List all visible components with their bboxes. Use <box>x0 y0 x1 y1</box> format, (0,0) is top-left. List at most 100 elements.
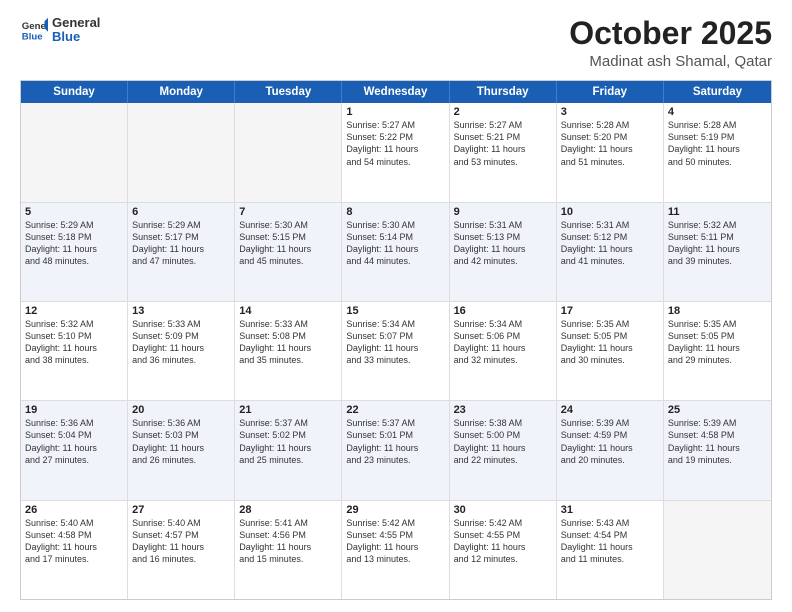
logo: General Blue General Blue <box>20 16 100 45</box>
day-cell-14: 14Sunrise: 5:33 AMSunset: 5:08 PMDayligh… <box>235 302 342 400</box>
day-cell-20: 20Sunrise: 5:36 AMSunset: 5:03 PMDayligh… <box>128 401 235 499</box>
day-number: 29 <box>346 504 444 516</box>
day-cell-13: 13Sunrise: 5:33 AMSunset: 5:09 PMDayligh… <box>128 302 235 400</box>
day-number: 19 <box>25 404 123 416</box>
day-cell-1: 1Sunrise: 5:27 AMSunset: 5:22 PMDaylight… <box>342 103 449 201</box>
cell-info: Sunrise: 5:40 AMSunset: 4:57 PMDaylight:… <box>132 517 230 566</box>
cell-info: Sunrise: 5:29 AMSunset: 5:18 PMDaylight:… <box>25 219 123 268</box>
cell-info: Sunrise: 5:39 AMSunset: 4:58 PMDaylight:… <box>668 417 767 466</box>
day-number: 2 <box>454 106 552 118</box>
cell-info: Sunrise: 5:43 AMSunset: 4:54 PMDaylight:… <box>561 517 659 566</box>
day-cell-27: 27Sunrise: 5:40 AMSunset: 4:57 PMDayligh… <box>128 501 235 599</box>
cell-info: Sunrise: 5:30 AMSunset: 5:14 PMDaylight:… <box>346 219 444 268</box>
day-cell-21: 21Sunrise: 5:37 AMSunset: 5:02 PMDayligh… <box>235 401 342 499</box>
cell-info: Sunrise: 5:35 AMSunset: 5:05 PMDaylight:… <box>561 318 659 367</box>
day-cell-25: 25Sunrise: 5:39 AMSunset: 4:58 PMDayligh… <box>664 401 771 499</box>
day-number: 27 <box>132 504 230 516</box>
cell-info: Sunrise: 5:31 AMSunset: 5:12 PMDaylight:… <box>561 219 659 268</box>
header: General Blue General Blue October 2025 M… <box>20 16 772 70</box>
day-number: 16 <box>454 305 552 317</box>
day-cell-31: 31Sunrise: 5:43 AMSunset: 4:54 PMDayligh… <box>557 501 664 599</box>
page: General Blue General Blue October 2025 M… <box>0 0 792 612</box>
day-number: 14 <box>239 305 337 317</box>
day-number: 21 <box>239 404 337 416</box>
day-number: 20 <box>132 404 230 416</box>
cell-info: Sunrise: 5:32 AMSunset: 5:10 PMDaylight:… <box>25 318 123 367</box>
day-number: 7 <box>239 206 337 218</box>
cell-info: Sunrise: 5:34 AMSunset: 5:06 PMDaylight:… <box>454 318 552 367</box>
day-header-tuesday: Tuesday <box>235 81 342 103</box>
calendar-header: SundayMondayTuesdayWednesdayThursdayFrid… <box>21 81 771 103</box>
svg-text:Blue: Blue <box>22 32 43 43</box>
day-cell-23: 23Sunrise: 5:38 AMSunset: 5:00 PMDayligh… <box>450 401 557 499</box>
cell-info: Sunrise: 5:36 AMSunset: 5:04 PMDaylight:… <box>25 417 123 466</box>
empty-cell <box>664 501 771 599</box>
cell-info: Sunrise: 5:42 AMSunset: 4:55 PMDaylight:… <box>454 517 552 566</box>
day-cell-11: 11Sunrise: 5:32 AMSunset: 5:11 PMDayligh… <box>664 203 771 301</box>
calendar: SundayMondayTuesdayWednesdayThursdayFrid… <box>20 80 772 600</box>
day-cell-2: 2Sunrise: 5:27 AMSunset: 5:21 PMDaylight… <box>450 103 557 201</box>
day-header-friday: Friday <box>557 81 664 103</box>
calendar-week-2: 5Sunrise: 5:29 AMSunset: 5:18 PMDaylight… <box>21 203 771 302</box>
day-number: 10 <box>561 206 659 218</box>
logo-blue: Blue <box>52 30 100 44</box>
day-cell-3: 3Sunrise: 5:28 AMSunset: 5:20 PMDaylight… <box>557 103 664 201</box>
day-cell-10: 10Sunrise: 5:31 AMSunset: 5:12 PMDayligh… <box>557 203 664 301</box>
day-cell-22: 22Sunrise: 5:37 AMSunset: 5:01 PMDayligh… <box>342 401 449 499</box>
cell-info: Sunrise: 5:40 AMSunset: 4:58 PMDaylight:… <box>25 517 123 566</box>
empty-cell <box>21 103 128 201</box>
day-number: 12 <box>25 305 123 317</box>
day-number: 24 <box>561 404 659 416</box>
day-number: 23 <box>454 404 552 416</box>
cell-info: Sunrise: 5:36 AMSunset: 5:03 PMDaylight:… <box>132 417 230 466</box>
cell-info: Sunrise: 5:35 AMSunset: 5:05 PMDaylight:… <box>668 318 767 367</box>
logo-icon: General Blue <box>20 16 48 44</box>
cell-info: Sunrise: 5:33 AMSunset: 5:08 PMDaylight:… <box>239 318 337 367</box>
day-cell-19: 19Sunrise: 5:36 AMSunset: 5:04 PMDayligh… <box>21 401 128 499</box>
cell-info: Sunrise: 5:42 AMSunset: 4:55 PMDaylight:… <box>346 517 444 566</box>
day-cell-9: 9Sunrise: 5:31 AMSunset: 5:13 PMDaylight… <box>450 203 557 301</box>
day-number: 5 <box>25 206 123 218</box>
calendar-week-5: 26Sunrise: 5:40 AMSunset: 4:58 PMDayligh… <box>21 501 771 599</box>
calendar-body: 1Sunrise: 5:27 AMSunset: 5:22 PMDaylight… <box>21 103 771 599</box>
day-cell-12: 12Sunrise: 5:32 AMSunset: 5:10 PMDayligh… <box>21 302 128 400</box>
title-block: October 2025 Madinat ash Shamal, Qatar <box>569 16 772 70</box>
cell-info: Sunrise: 5:39 AMSunset: 4:59 PMDaylight:… <box>561 417 659 466</box>
cell-info: Sunrise: 5:34 AMSunset: 5:07 PMDaylight:… <box>346 318 444 367</box>
cell-info: Sunrise: 5:29 AMSunset: 5:17 PMDaylight:… <box>132 219 230 268</box>
cell-info: Sunrise: 5:28 AMSunset: 5:20 PMDaylight:… <box>561 119 659 168</box>
cell-info: Sunrise: 5:27 AMSunset: 5:22 PMDaylight:… <box>346 119 444 168</box>
day-cell-16: 16Sunrise: 5:34 AMSunset: 5:06 PMDayligh… <box>450 302 557 400</box>
day-number: 15 <box>346 305 444 317</box>
day-cell-5: 5Sunrise: 5:29 AMSunset: 5:18 PMDaylight… <box>21 203 128 301</box>
cell-info: Sunrise: 5:37 AMSunset: 5:02 PMDaylight:… <box>239 417 337 466</box>
day-number: 31 <box>561 504 659 516</box>
day-header-saturday: Saturday <box>664 81 771 103</box>
day-cell-15: 15Sunrise: 5:34 AMSunset: 5:07 PMDayligh… <box>342 302 449 400</box>
day-number: 8 <box>346 206 444 218</box>
day-cell-29: 29Sunrise: 5:42 AMSunset: 4:55 PMDayligh… <box>342 501 449 599</box>
day-cell-8: 8Sunrise: 5:30 AMSunset: 5:14 PMDaylight… <box>342 203 449 301</box>
location: Madinat ash Shamal, Qatar <box>569 53 772 70</box>
day-number: 11 <box>668 206 767 218</box>
cell-info: Sunrise: 5:37 AMSunset: 5:01 PMDaylight:… <box>346 417 444 466</box>
day-number: 18 <box>668 305 767 317</box>
month-title: October 2025 <box>569 16 772 51</box>
day-number: 30 <box>454 504 552 516</box>
day-number: 25 <box>668 404 767 416</box>
day-number: 6 <box>132 206 230 218</box>
day-number: 26 <box>25 504 123 516</box>
day-number: 1 <box>346 106 444 118</box>
day-number: 17 <box>561 305 659 317</box>
day-number: 9 <box>454 206 552 218</box>
day-header-monday: Monday <box>128 81 235 103</box>
day-header-wednesday: Wednesday <box>342 81 449 103</box>
cell-info: Sunrise: 5:32 AMSunset: 5:11 PMDaylight:… <box>668 219 767 268</box>
cell-info: Sunrise: 5:38 AMSunset: 5:00 PMDaylight:… <box>454 417 552 466</box>
empty-cell <box>128 103 235 201</box>
day-header-thursday: Thursday <box>450 81 557 103</box>
day-cell-17: 17Sunrise: 5:35 AMSunset: 5:05 PMDayligh… <box>557 302 664 400</box>
day-number: 22 <box>346 404 444 416</box>
cell-info: Sunrise: 5:30 AMSunset: 5:15 PMDaylight:… <box>239 219 337 268</box>
empty-cell <box>235 103 342 201</box>
